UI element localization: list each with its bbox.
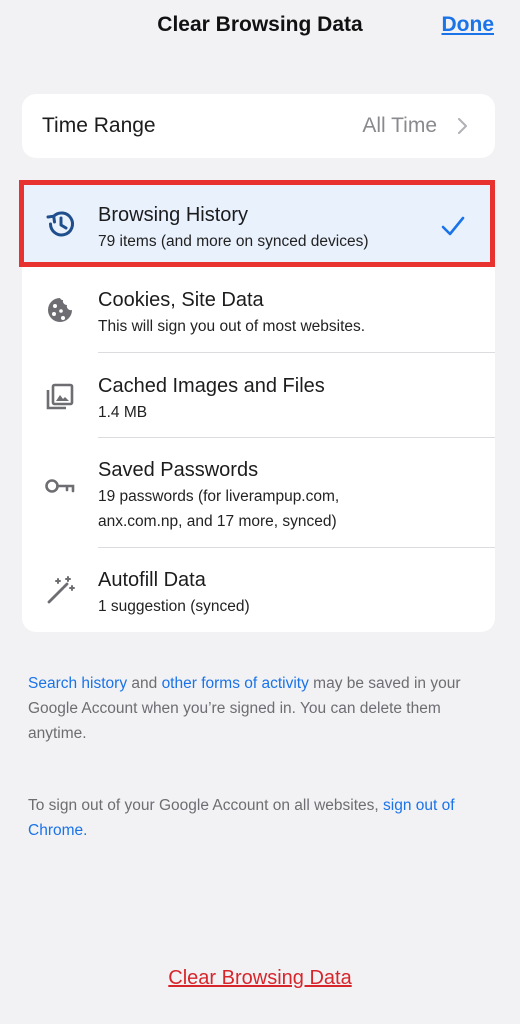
time-range-row[interactable]: Time Range All Time [22, 94, 495, 158]
navigation-bar: Clear Browsing Data Done [0, 0, 520, 56]
history-icon [46, 211, 74, 237]
cookie-icon [48, 298, 72, 322]
chevron-right-icon [458, 118, 467, 134]
list-item-autofill[interactable]: Autofill Data 1 suggestion (synced) [22, 548, 495, 632]
image-icon [46, 383, 74, 410]
item-subtitle: This will sign you out of most websites. [98, 318, 366, 335]
item-subtitle-line1: 19 passwords (for liverampup.com, [98, 488, 340, 505]
activity-info-text: Search history and other forms of activi… [28, 671, 498, 746]
search-history-link[interactable]: Search history [28, 675, 127, 692]
item-title: Browsing History [98, 204, 249, 226]
list-item-browsing-history[interactable]: Browsing History 79 items (and more on s… [22, 180, 495, 267]
checkmark-icon [441, 216, 465, 236]
time-range-label: Time Range [42, 114, 156, 137]
list-item-cached-images[interactable]: Cached Images and Files 1.4 MB [22, 353, 495, 438]
data-types-list: Browsing History 79 items (and more on s… [22, 180, 495, 632]
item-subtitle: 1 suggestion (synced) [98, 598, 250, 615]
item-subtitle-line2: anx.com.np, and 17 more, synced) [98, 513, 337, 530]
done-button[interactable]: Done [442, 13, 495, 37]
item-subtitle: 1.4 MB [98, 404, 148, 421]
time-range-value: All Time [362, 114, 437, 137]
item-subtitle: 79 items (and more on synced devices) [98, 233, 369, 250]
signout-period: . [83, 822, 88, 839]
item-title: Cached Images and Files [98, 375, 325, 397]
other-activity-link[interactable]: other forms of activity [162, 675, 309, 692]
info-text-1: and [127, 675, 162, 692]
list-item-cookies[interactable]: Cookies, Site Data This will sign you ou… [22, 267, 495, 353]
magic-wand-icon [47, 576, 75, 604]
item-title: Saved Passwords [98, 459, 259, 481]
item-title: Autofill Data [98, 569, 206, 591]
signout-info-text: To sign out of your Google Account on al… [28, 793, 498, 843]
clear-browsing-data-button[interactable]: Clear Browsing Data [0, 967, 520, 990]
item-title: Cookies, Site Data [98, 289, 264, 311]
signout-text: To sign out of your Google Account on al… [28, 797, 383, 814]
list-item-saved-passwords[interactable]: Saved Passwords 19 passwords (for livera… [22, 438, 495, 548]
key-icon [45, 479, 75, 493]
